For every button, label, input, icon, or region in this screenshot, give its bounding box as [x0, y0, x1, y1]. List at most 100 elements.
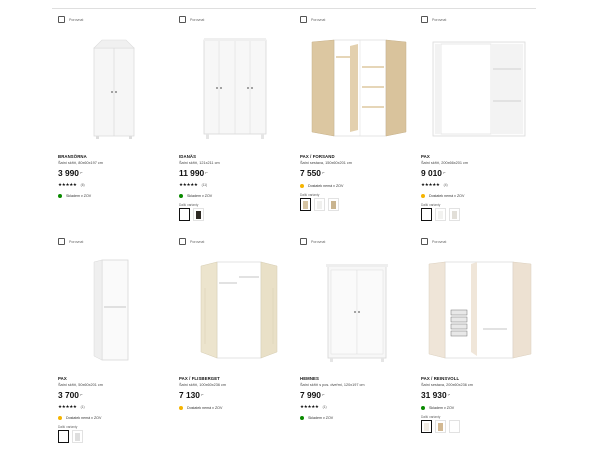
- compare-toggle[interactable]: Porovnat: [421, 15, 542, 24]
- variant-swatch[interactable]: [435, 208, 446, 221]
- product-image[interactable]: [179, 26, 300, 144]
- compare-toggle[interactable]: Porovnat: [58, 15, 179, 24]
- variants-title: Další varianty: [421, 202, 441, 207]
- compare-toggle[interactable]: Porovnat: [300, 237, 421, 246]
- rating-stars-icon: ★★★★★: [179, 181, 198, 187]
- stock-dot-icon: [58, 415, 62, 420]
- product-price: 3 990 ,-: [58, 168, 179, 178]
- price-currency: ,-: [200, 390, 204, 396]
- product-price: 7 130 ,-: [179, 390, 300, 400]
- stock-text: Dostatek nemá v ZOV: [66, 415, 102, 420]
- rating-stars-icon: ★★★★★: [58, 403, 77, 409]
- product-name[interactable]: BRANSÖRNA: [58, 154, 179, 159]
- product-card[interactable]: Porovnat HEMNES Šatní skříň s pos. dveřm…: [300, 237, 421, 459]
- product-price: 3 700 ,-: [58, 390, 179, 400]
- compare-checkbox[interactable]: [300, 238, 307, 245]
- stock-dot-icon: [300, 183, 304, 188]
- stock-status: Dostatek nemá v ZOV: [179, 405, 300, 411]
- rating-stars-icon: ★★★★★: [300, 403, 319, 409]
- variant-swatch[interactable]: [449, 420, 460, 433]
- variant-swatch[interactable]: [300, 198, 311, 211]
- product-description: Šatní skříň, 200x66x201 cm: [421, 160, 469, 165]
- stock-text: Skladem v ZOV: [308, 415, 334, 420]
- product-price: 9 010 ,-: [421, 168, 542, 178]
- variant-swatch[interactable]: [328, 198, 339, 211]
- product-name[interactable]: PAX / FLISBERGET: [179, 376, 300, 381]
- compare-label: Porovnat: [69, 239, 84, 244]
- price-value: 11 990: [179, 167, 205, 178]
- stock-text: Dostatek nemá v ZOV: [429, 193, 465, 198]
- product-card[interactable]: Porovnat IDANÄS Šatní skříň, 121x211 cm …: [179, 15, 300, 237]
- variant-swatch[interactable]: [58, 430, 69, 443]
- compare-checkbox[interactable]: [179, 16, 186, 23]
- variant-swatches: [300, 198, 421, 211]
- product-card[interactable]: Porovnat PAX / REINSVOLL Šatní sestava, …: [421, 237, 542, 459]
- stock-status: Skladem v ZOV: [300, 415, 421, 421]
- rating-stars-icon: ★★★★★: [58, 181, 77, 187]
- variant-swatch[interactable]: [193, 208, 204, 221]
- compare-toggle[interactable]: Porovnat: [179, 15, 300, 24]
- review-count: (1): [80, 404, 85, 409]
- product-card[interactable]: Porovnat PAX / FLISBERGET Šatní skříň, 1…: [179, 237, 300, 459]
- product-card[interactable]: Porovnat PAX Šatní skříň, 200x66x201 cm …: [421, 15, 542, 237]
- compare-checkbox[interactable]: [58, 16, 65, 23]
- variant-swatches: [421, 420, 542, 433]
- product-image[interactable]: [421, 26, 542, 144]
- product-name[interactable]: HEMNES: [300, 376, 421, 381]
- variant-swatches: [421, 208, 542, 221]
- compare-toggle[interactable]: Porovnat: [300, 15, 421, 24]
- compare-checkbox[interactable]: [58, 238, 65, 245]
- rating: ★★★★★ (11): [179, 182, 300, 188]
- product-image[interactable]: [179, 248, 300, 366]
- price-currency: ,-: [79, 168, 83, 174]
- product-card[interactable]: Porovnat PAX / FORSAND Šatní sestava, 15…: [300, 15, 421, 237]
- stock-status: Skladem v ZOV: [421, 405, 542, 411]
- compare-label: Porovnat: [311, 17, 326, 22]
- compare-checkbox[interactable]: [421, 238, 428, 245]
- stock-status: Skladem v ZOV: [58, 193, 179, 199]
- compare-checkbox[interactable]: [300, 16, 307, 23]
- compare-checkbox[interactable]: [179, 238, 186, 245]
- compare-toggle[interactable]: Porovnat: [179, 237, 300, 246]
- product-description: Šatní skříň, 50x60x201 cm: [58, 382, 103, 387]
- price-currency: ,-: [442, 168, 446, 174]
- product-name[interactable]: IDANÄS: [179, 154, 300, 159]
- compare-toggle[interactable]: Porovnat: [421, 237, 542, 246]
- price-value: 7 990: [300, 389, 321, 400]
- product-name[interactable]: PAX: [58, 376, 179, 381]
- variant-swatch[interactable]: [421, 208, 432, 221]
- stock-text: Skladem v ZOV: [66, 193, 92, 198]
- variants-title: Další varianty: [58, 424, 78, 429]
- product-name[interactable]: PAX: [421, 154, 542, 159]
- product-card[interactable]: Porovnat BRANSÖRNA Šatní skříň, 80x60x19…: [58, 15, 179, 237]
- product-image[interactable]: [58, 248, 179, 366]
- variant-swatch[interactable]: [449, 208, 460, 221]
- review-count: (4): [443, 182, 448, 187]
- product-card[interactable]: Porovnat PAX Šatní skříň, 50x60x201 cm 3…: [58, 237, 179, 459]
- stock-dot-icon: [300, 415, 304, 420]
- product-image[interactable]: [300, 26, 421, 144]
- variant-swatch[interactable]: [179, 208, 190, 221]
- price-currency: ,-: [79, 390, 83, 396]
- stock-dot-icon: [179, 193, 183, 198]
- product-image[interactable]: [58, 26, 179, 144]
- product-description: Šatní sestava, 150x60x201 cm: [300, 160, 352, 165]
- product-image[interactable]: [300, 248, 421, 366]
- product-image[interactable]: [421, 248, 542, 366]
- variant-swatch[interactable]: [435, 420, 446, 433]
- rating: ★★★★★ (1): [300, 404, 421, 410]
- variants-title: Další varianty: [421, 414, 441, 419]
- variant-swatch[interactable]: [421, 420, 432, 433]
- stock-status: Dostatek nemá v ZOV: [58, 415, 179, 421]
- review-count: (1): [322, 404, 327, 409]
- stock-dot-icon: [421, 405, 425, 410]
- product-price: 7 990 ,-: [300, 390, 421, 400]
- product-name[interactable]: PAX / FORSAND: [300, 154, 421, 159]
- variant-swatch[interactable]: [314, 198, 325, 211]
- review-count: (11): [201, 182, 208, 187]
- variant-swatch[interactable]: [72, 430, 83, 443]
- compare-checkbox[interactable]: [421, 16, 428, 23]
- product-name[interactable]: PAX / REINSVOLL: [421, 376, 542, 381]
- variant-swatches: [179, 208, 300, 221]
- compare-toggle[interactable]: Porovnat: [58, 237, 179, 246]
